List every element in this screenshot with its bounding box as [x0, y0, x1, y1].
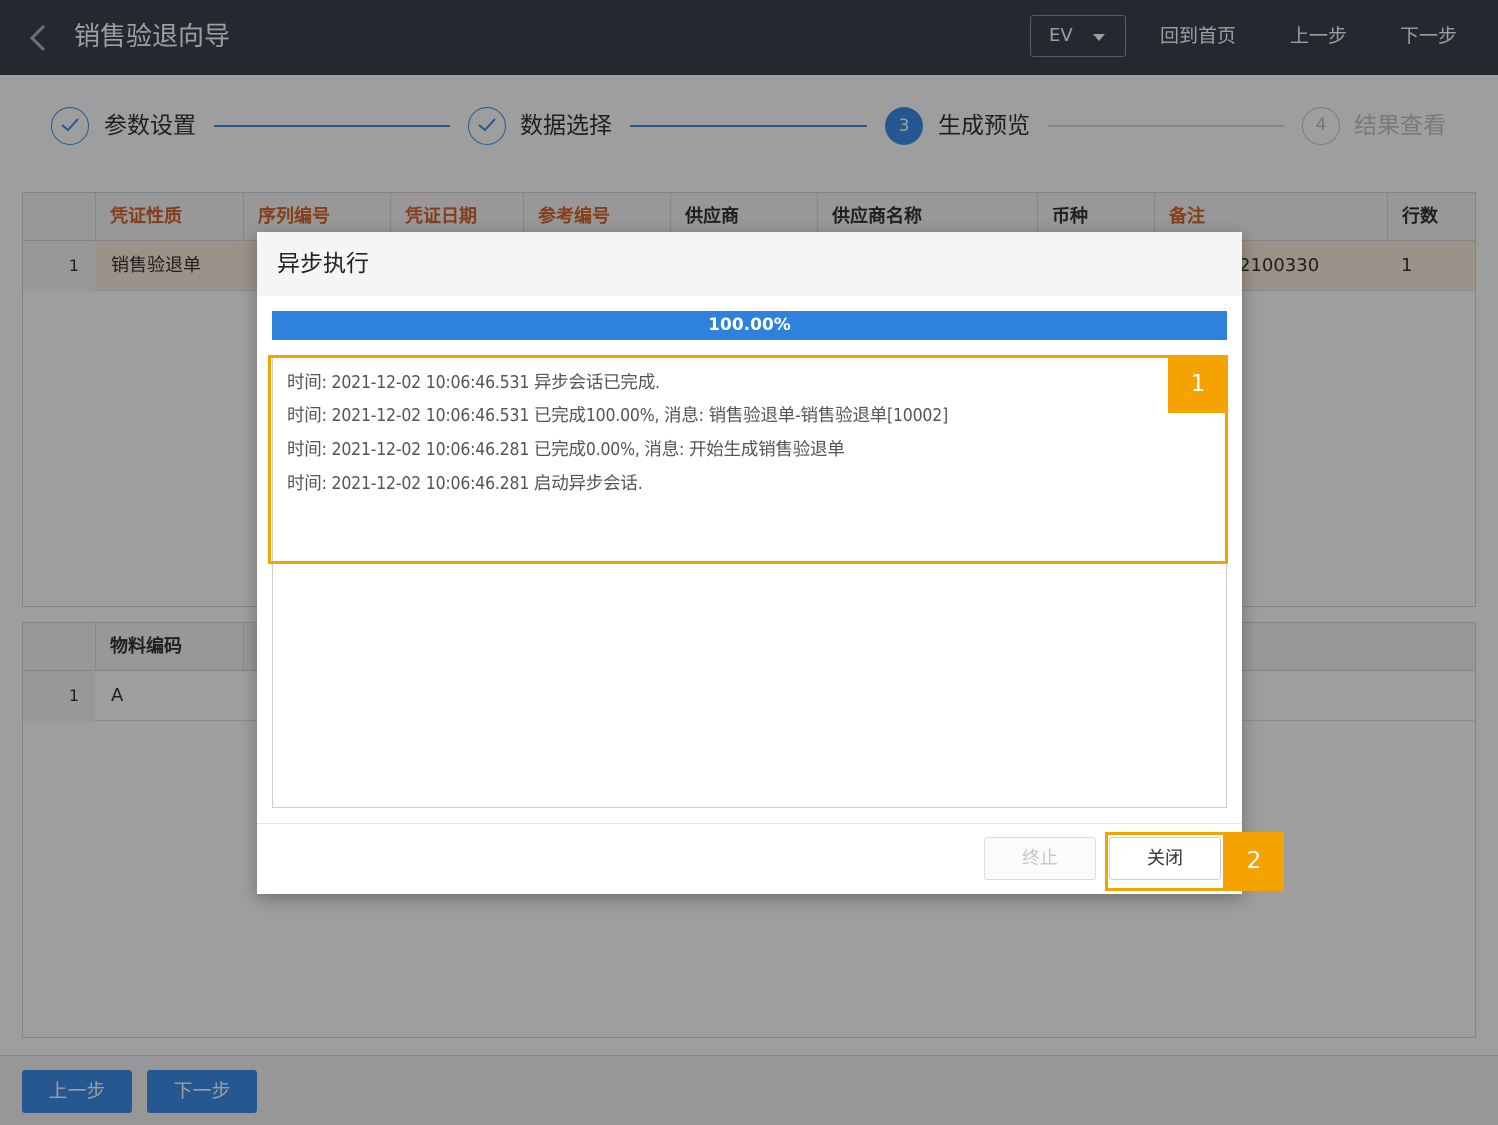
callout-box-log — [268, 355, 1228, 564]
callout-box-close — [1105, 832, 1226, 891]
stop-button[interactable]: 终止 — [984, 837, 1096, 880]
progress-bar: 100.00% — [272, 311, 1227, 340]
callout-number: 2 — [1224, 832, 1284, 891]
callout-number: 1 — [1168, 355, 1228, 413]
dialog-divider — [257, 823, 1242, 824]
dialog-title: 异步执行 — [277, 251, 369, 277]
progress-text: 100.00% — [708, 315, 791, 335]
dialog-header: 异步执行 — [257, 232, 1242, 296]
